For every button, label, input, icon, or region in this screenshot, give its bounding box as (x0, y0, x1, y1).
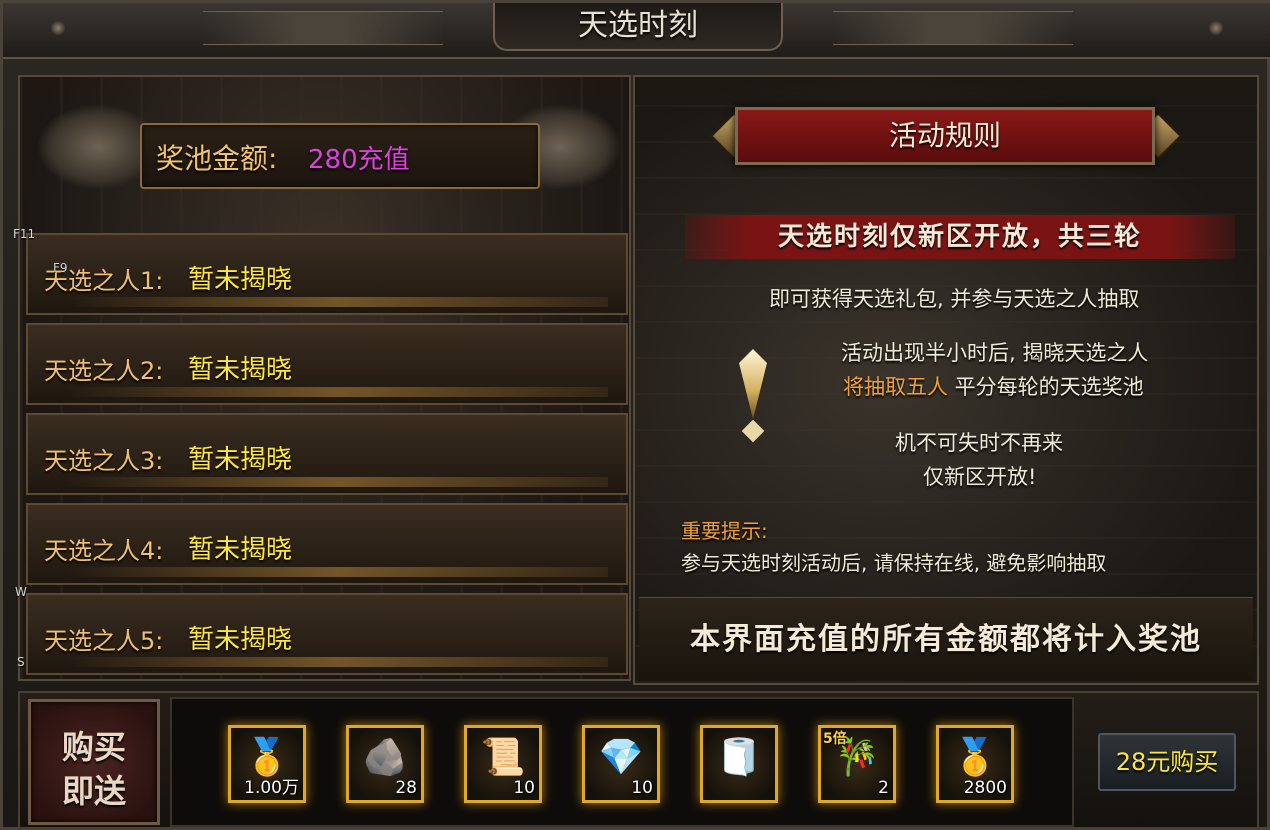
winner-row: 天选之人4: 暂未揭晓 (26, 503, 628, 585)
reward-item-slot[interactable]: 🪨 28 (346, 725, 424, 803)
title-ornament-left (203, 11, 443, 45)
item-count: 10 (631, 778, 653, 798)
reward-item-slot[interactable]: 💎 10 (582, 725, 660, 803)
winner-status: 暂未揭晓 (188, 445, 293, 475)
bolt-icon (51, 21, 65, 35)
important-text: 参与天选时刻活动后, 请保持在线, 避免影响抽取 (681, 551, 1107, 575)
reward-item-slot[interactable]: 🥇 1.00万 (228, 725, 306, 803)
event-banner-text: 天选时刻仅新区开放，共三轮 (777, 222, 1142, 252)
reward-item-slot[interactable]: 🥇 2800 (936, 725, 1014, 803)
item-count: 2 (878, 778, 889, 798)
bolt-icon (1209, 21, 1223, 35)
title-ornament-right (833, 11, 1073, 45)
rule-highlight: 将抽取五人 (843, 375, 948, 399)
item-count: 28 (395, 778, 417, 798)
hotkey-w-label: W (15, 585, 27, 599)
gold-ingot-icon: 🥇 (952, 737, 998, 778)
gold-ingot-icon: 🥇 (244, 737, 290, 778)
flute-icon: 🎋 (834, 737, 880, 778)
title-bar: 天选时刻 (3, 3, 1270, 59)
winner-row: 天选之人5: 暂未揭晓 (26, 593, 628, 675)
important-title: 重要提示: (681, 519, 768, 543)
prize-pool-value: 280充值 (308, 145, 410, 175)
event-banner: 天选时刻仅新区开放，共三轮 (685, 215, 1235, 259)
rule-line: 机不可失时不再来 (895, 431, 1063, 455)
reward-item-slot[interactable]: 📜 10 (464, 725, 542, 803)
game-window: 天选时刻 奖池金额: 280充值 天选之人1: 暂未揭晓 天选之人2: 暂未揭晓… (0, 0, 1270, 830)
hotkey-s-label: S (17, 655, 25, 669)
scroll-icon: 📜 (480, 737, 526, 778)
item-count: 10 (513, 778, 535, 798)
row-decor-bar (68, 477, 608, 487)
crystal-icon (739, 349, 767, 419)
winner-label: 天选之人5: (44, 627, 164, 655)
row-decor-bar (68, 387, 608, 397)
rule-line: 将抽取五人 平分每轮的天选奖池 (843, 371, 1144, 401)
winner-label: 天选之人3: (44, 447, 164, 475)
item-count: 2800 (963, 778, 1007, 798)
crystal-small-icon (741, 419, 765, 443)
winner-row: 天选之人1: 暂未揭晓 (26, 233, 628, 315)
rule-line: 仅新区开放! (923, 465, 1037, 489)
winner-status: 暂未揭晓 (188, 625, 293, 655)
hotkey-f11-label: F11 (13, 227, 36, 241)
winner-status: 暂未揭晓 (188, 355, 293, 385)
winners-panel: 奖池金额: 280充值 天选之人1: 暂未揭晓 天选之人2: 暂未揭晓 天选之人… (18, 75, 631, 681)
recharge-notice-text: 本界面充值的所有金额都将计入奖池 (690, 622, 1202, 657)
buy-button[interactable]: 28元购买 (1098, 733, 1236, 791)
window-title: 天选时刻 (578, 8, 698, 43)
winner-row: 天选之人2: 暂未揭晓 (26, 323, 628, 405)
rule-line: 即可获得天选礼包, 并参与天选之人抽取 (769, 287, 1140, 311)
ore-icon: 🪨 (362, 737, 408, 778)
row-decor-bar (68, 657, 608, 667)
reward-items: 🥇 1.00万 🪨 28 📜 10 💎 10 🧻 5倍 🎋 2 🥇 2800 (170, 697, 1074, 827)
rule-line-rest: 平分每轮的天选奖池 (948, 375, 1144, 399)
prize-pool-label: 奖池金额: (156, 142, 278, 175)
badge-line1: 购买 (61, 728, 126, 766)
reward-item-slot[interactable]: 5倍 🎋 2 (818, 725, 896, 803)
row-decor-bar (68, 297, 608, 307)
badge-line2: 即送 (61, 772, 126, 810)
hotkey-f9-label: F9 (53, 261, 68, 275)
reward-item-slot[interactable]: 🧻 (700, 725, 778, 803)
title-plate: 天选时刻 (493, 3, 783, 51)
recharge-notice-banner: 本界面充值的所有金额都将计入奖池 (639, 597, 1253, 681)
winner-label: 天选之人4: (44, 537, 164, 565)
buy-gift-badge: 购买 即送 (28, 699, 160, 825)
winner-row: 天选之人3: 暂未揭晓 (26, 413, 628, 495)
rules-title: 活动规则 (888, 119, 1001, 152)
crystal-icon: 💎 (598, 737, 644, 778)
prize-pool-plate: 奖池金额: 280充值 (140, 123, 540, 189)
rules-panel: 活动规则 天选时刻仅新区开放，共三轮 即可获得天选礼包, 并参与天选之人抽取 活… (633, 75, 1259, 685)
rolled-scroll-icon: 🧻 (716, 737, 762, 778)
row-decor-bar (68, 567, 608, 577)
item-count: 1.00万 (244, 778, 299, 798)
winner-status: 暂未揭晓 (188, 265, 293, 295)
rule-line: 活动出现半小时后, 揭晓天选之人 (841, 341, 1149, 365)
rules-header: 活动规则 (735, 107, 1155, 165)
winner-status: 暂未揭晓 (188, 535, 293, 565)
winner-label: 天选之人2: (44, 357, 164, 385)
purchase-strip: 购买 即送 🥇 1.00万 🪨 28 📜 10 💎 10 🧻 5倍 🎋 2 🥇 … (18, 691, 1259, 829)
